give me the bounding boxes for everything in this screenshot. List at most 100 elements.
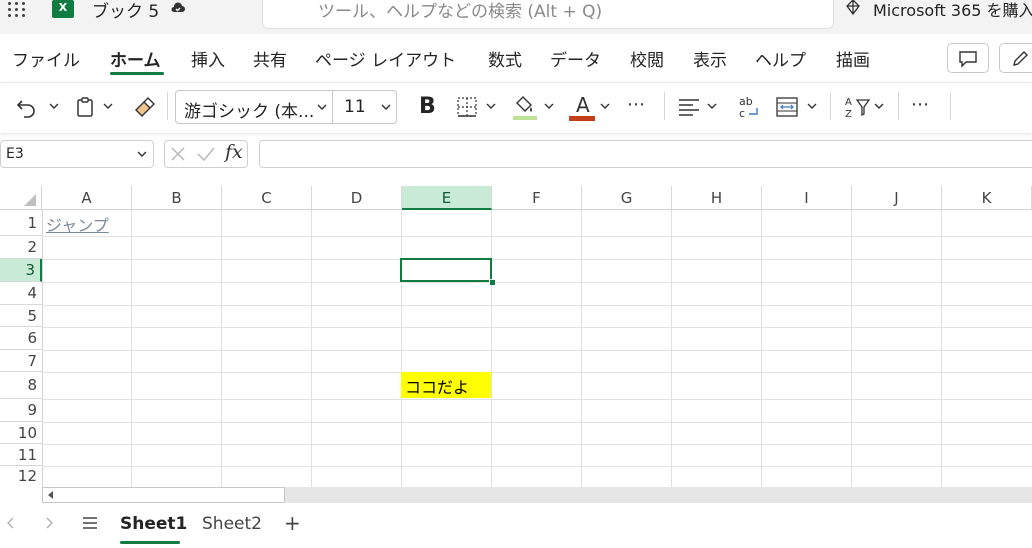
row-header-12[interactable]: 12 (0, 466, 42, 487)
column-header-b[interactable]: B (132, 186, 222, 210)
bold-button[interactable]: B (419, 94, 436, 119)
tab-insert[interactable]: 挿入 (191, 46, 225, 71)
tab-formulas[interactable]: 数式 (488, 46, 522, 71)
column-header-g[interactable]: G (582, 186, 672, 210)
font-color-button[interactable]: A (576, 93, 590, 117)
row-header-10[interactable]: 10 (0, 422, 42, 444)
cell-e8-value: ココだよ (405, 378, 470, 397)
tab-help[interactable]: ヘルプ (755, 46, 806, 71)
chevron-down-icon (381, 104, 391, 110)
sort-filter-icon[interactable]: A Z (843, 94, 891, 120)
diamond-icon (846, 0, 860, 16)
cell-a1-hyperlink[interactable]: ジャンプ (46, 212, 109, 236)
tab-page-layout[interactable]: ページ レイアウト (315, 46, 456, 71)
gridline (131, 210, 132, 487)
row-header-1[interactable]: 1 (0, 211, 42, 236)
row-header-3[interactable]: 3 (0, 259, 42, 282)
document-title[interactable]: ブック 5 (92, 0, 159, 22)
buy-m365-link[interactable]: Microsoft 365 を購入 (873, 0, 1032, 21)
gridline (401, 210, 402, 487)
all-sheets-menu-icon[interactable] (80, 514, 100, 532)
gridline (311, 210, 312, 487)
add-sheet-button[interactable]: + (284, 511, 301, 535)
insert-function-button[interactable]: fx (225, 141, 243, 163)
undo-icon[interactable] (14, 95, 66, 119)
gridline (42, 422, 1032, 423)
chevron-down-icon[interactable] (598, 101, 612, 111)
tab-data[interactable]: データ (550, 46, 601, 71)
row-header-8[interactable]: 8 (0, 372, 42, 399)
more-font-options-button[interactable]: ⋯ (627, 94, 645, 115)
gridline (42, 372, 1032, 373)
row-header-4[interactable]: 4 (0, 282, 42, 305)
gridline (491, 210, 492, 487)
wrap-text-icon[interactable]: ab c (737, 94, 763, 120)
row-header-5[interactable]: 5 (0, 305, 42, 327)
gridline (671, 210, 672, 487)
tab-review[interactable]: 校閲 (630, 46, 664, 71)
gridline (941, 210, 942, 487)
fill-handle[interactable] (489, 279, 496, 286)
gridline (851, 210, 852, 487)
scrollbar-thumb[interactable] (42, 487, 285, 503)
tab-share[interactable]: 共有 (253, 46, 287, 71)
gridline (42, 282, 1032, 283)
column-header-d[interactable]: D (312, 186, 402, 210)
excel-logo-icon: X (52, 0, 74, 18)
triangle-icon (24, 194, 36, 206)
tab-draw[interactable]: 描画 (836, 46, 870, 71)
gridline (221, 210, 222, 487)
editing-mode-button[interactable] (999, 43, 1032, 73)
search-input[interactable]: ツール、ヘルプなどの検索 (Alt + Q) (318, 0, 602, 22)
gridline (42, 210, 43, 487)
active-cell-e3[interactable] (400, 258, 492, 282)
paste-icon[interactable] (74, 95, 120, 119)
pencil-icon (1013, 51, 1028, 66)
gridline (761, 210, 762, 487)
sheet-tab-sheet1[interactable]: Sheet1 (120, 514, 187, 534)
row-header-11[interactable]: 11 (0, 444, 42, 466)
column-header-f[interactable]: F (492, 186, 582, 210)
merge-cells-icon[interactable] (774, 95, 824, 119)
sheet-tab-sheet2[interactable]: Sheet2 (202, 514, 262, 534)
row-header-6[interactable]: 6 (0, 327, 42, 350)
cancel-icon[interactable] (169, 145, 187, 163)
enter-check-icon[interactable] (196, 145, 216, 163)
svg-text:A: A (845, 97, 852, 108)
app-launcher-icon[interactable] (8, 0, 30, 20)
font-color-swatch (569, 116, 595, 121)
more-options-button[interactable]: ⋯ (911, 94, 929, 115)
chevron-down-icon[interactable] (136, 149, 148, 159)
row-header-2[interactable]: 2 (0, 236, 42, 259)
row-header-7[interactable]: 7 (0, 350, 42, 372)
next-sheet-icon[interactable] (42, 515, 56, 531)
formula-input[interactable] (259, 140, 1032, 168)
tab-file[interactable]: ファイル (12, 46, 80, 71)
column-header-h[interactable]: H (672, 186, 762, 210)
cloud-saved-icon[interactable] (170, 0, 186, 16)
align-icon[interactable] (676, 95, 724, 119)
select-all-corner[interactable] (0, 186, 42, 210)
fill-color-icon[interactable] (511, 93, 559, 123)
column-header-c[interactable]: C (222, 186, 312, 210)
format-painter-icon[interactable] (130, 94, 158, 120)
scroll-left-icon[interactable] (45, 490, 57, 500)
prev-sheet-icon[interactable] (4, 515, 18, 531)
column-header-i[interactable]: I (762, 186, 852, 210)
active-tab-indicator (110, 72, 164, 75)
chevron-down-icon (317, 104, 327, 110)
tab-view[interactable]: 表示 (693, 46, 727, 71)
comments-button[interactable] (947, 43, 989, 73)
gridline (42, 305, 1032, 306)
column-header-e[interactable]: E (402, 186, 492, 210)
gridline (42, 350, 1032, 351)
row-header-9[interactable]: 9 (0, 399, 42, 422)
toolbar-separator (167, 92, 168, 120)
borders-icon[interactable] (455, 95, 501, 119)
column-header-k[interactable]: K (942, 186, 1032, 210)
gridline (581, 210, 582, 487)
column-header-j[interactable]: J (852, 186, 942, 210)
gridline (42, 399, 1032, 400)
column-header-a[interactable]: A (42, 186, 132, 210)
tab-home[interactable]: ホーム (110, 46, 161, 71)
